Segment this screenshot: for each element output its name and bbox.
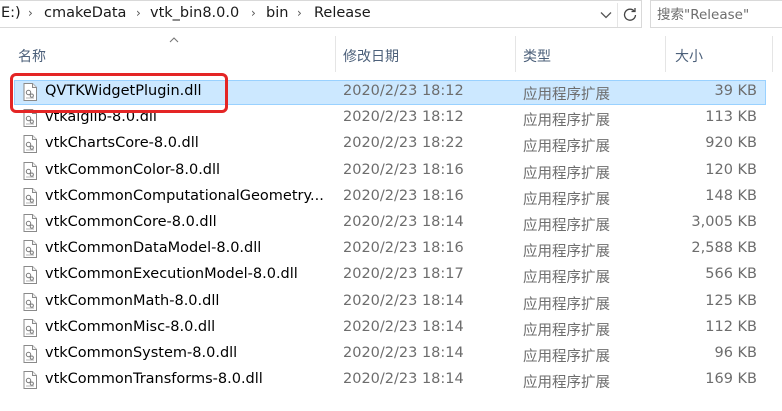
file-size: 39 KB (714, 83, 757, 99)
file-name: vtkCommonColor-8.0.dll (45, 161, 221, 178)
file-type: 应用程序扩展 (523, 375, 610, 392)
column-divider[interactable] (772, 36, 773, 72)
file-modified-date: 2020/2/23 18:14 (343, 214, 464, 230)
column-divider[interactable] (515, 36, 516, 72)
breadcrumb-release[interactable]: Release (314, 5, 371, 21)
file-name: vtkCommonComputationalGeometry... (45, 187, 324, 204)
file-size: 2,588 KB (691, 240, 757, 257)
dll-file-icon (23, 371, 37, 390)
file-size: 112 KB (705, 318, 757, 335)
dll-file-icon (23, 292, 37, 311)
file-size: 566 KB (705, 266, 757, 283)
file-modified-date: 2020/2/23 18:22 (343, 135, 464, 152)
file-name: vtkCommonMath-8.0.dll (45, 292, 220, 309)
address-dropdown-button[interactable] (596, 4, 616, 26)
file-type: 应用程序扩展 (523, 191, 610, 208)
file-type: 应用程序扩展 (523, 87, 610, 103)
file-type: 应用程序扩展 (523, 296, 610, 313)
dll-file-icon (23, 135, 37, 154)
chevron-right-icon[interactable]: › (136, 6, 141, 20)
refresh-button[interactable] (617, 3, 641, 27)
file-name: vtkCommonDataModel-8.0.dll (45, 240, 262, 257)
dll-file-icon (23, 240, 37, 259)
file-row[interactable]: vtkCommonCore-8.0.dll 2020/2/23 18:14 应用… (0, 210, 782, 236)
chevron-right-icon[interactable]: › (251, 6, 256, 20)
file-modified-date: 2020/2/23 18:16 (343, 240, 464, 257)
file-size: 169 KB (705, 371, 757, 388)
file-modified-date: 2020/2/23 18:16 (343, 161, 464, 178)
file-row[interactable]: vtkCommonComputationalGeometry... 2020/2… (0, 184, 782, 210)
file-row[interactable]: vtkCommonSystem-8.0.dll 2020/2/23 18:14 … (0, 341, 782, 367)
file-type: 应用程序扩展 (523, 322, 610, 339)
file-size: 125 KB (705, 292, 757, 309)
dll-file-icon (23, 214, 37, 232)
file-size: 113 KB (705, 109, 757, 126)
column-header-size[interactable]: 大小 (675, 36, 775, 72)
address-bar-area: E:) › cmakeData › vtk_bin8.0.0 › bin › R… (0, 0, 782, 28)
file-size: 920 KB (705, 135, 757, 152)
search-input[interactable] (657, 5, 781, 25)
file-name: vtkCommonMisc-8.0.dll (45, 318, 216, 335)
column-header-date[interactable]: 修改日期 (343, 36, 513, 72)
column-divider[interactable] (335, 36, 336, 72)
dll-file-icon (23, 161, 37, 180)
file-size: 148 KB (705, 187, 757, 204)
file-size: 3,005 KB (691, 214, 757, 230)
file-type: 应用程序扩展 (523, 244, 610, 261)
refresh-icon (623, 8, 636, 21)
file-row[interactable]: vtkCommonExecutionModel-8.0.dll 2020/2/2… (0, 262, 782, 288)
file-row[interactable]: vtkCommonColor-8.0.dll 2020/2/23 18:16 应… (0, 158, 782, 184)
file-type: 应用程序扩展 (523, 270, 610, 287)
dll-file-icon (23, 345, 37, 363)
dll-file-icon (23, 318, 37, 337)
column-divider[interactable] (665, 36, 666, 72)
file-type: 应用程序扩展 (523, 139, 610, 156)
file-row[interactable]: vtkCommonMisc-8.0.dll 2020/2/23 18:14 应用… (0, 315, 782, 341)
column-header-row: 名称 修改日期 类型 大小 (0, 36, 782, 72)
file-modified-date: 2020/2/23 18:14 (343, 371, 464, 388)
dll-file-icon (23, 187, 37, 206)
file-name: vtkCommonSystem-8.0.dll (45, 345, 238, 361)
file-name: vtkCommonTransforms-8.0.dll (45, 371, 263, 388)
file-row[interactable]: vtkCommonDataModel-8.0.dll 2020/2/23 18:… (0, 236, 782, 262)
column-header-name[interactable]: 名称 (18, 36, 334, 72)
file-modified-date: 2020/2/23 18:17 (343, 266, 464, 283)
file-modified-date: 2020/2/23 18:14 (343, 345, 464, 361)
file-row[interactable]: vtkChartsCore-8.0.dll 2020/2/23 18:22 应用… (0, 131, 782, 157)
chevron-down-icon (600, 12, 612, 19)
file-modified-date: 2020/2/23 18:14 (343, 292, 464, 309)
file-type: 应用程序扩展 (523, 113, 610, 130)
breadcrumb-vtk-bin[interactable]: vtk_bin8.0.0 (150, 5, 239, 21)
red-highlight-box (10, 73, 228, 113)
file-row[interactable]: vtkCommonMath-8.0.dll 2020/2/23 18:14 应用… (0, 289, 782, 315)
file-type: 应用程序扩展 (523, 218, 610, 234)
file-name: vtkChartsCore-8.0.dll (45, 135, 199, 152)
file-type: 应用程序扩展 (523, 349, 610, 365)
breadcrumb-bin[interactable]: bin (266, 5, 288, 21)
chevron-right-icon[interactable]: › (28, 6, 33, 20)
file-modified-date: 2020/2/23 18:16 (343, 187, 464, 204)
search-box[interactable] (650, 0, 782, 28)
file-modified-date: 2020/2/23 18:12 (343, 83, 464, 99)
breadcrumb-cmakedata[interactable]: cmakeData (44, 5, 126, 21)
file-name: vtkCommonCore-8.0.dll (45, 214, 217, 230)
file-modified-date: 2020/2/23 18:12 (343, 109, 464, 126)
file-modified-date: 2020/2/23 18:14 (343, 318, 464, 335)
file-name: vtkCommonExecutionModel-8.0.dll (45, 266, 298, 283)
chevron-right-icon[interactable]: › (297, 6, 302, 20)
file-row[interactable]: vtkCommonTransforms-8.0.dll 2020/2/23 18… (0, 367, 782, 393)
file-size: 120 KB (705, 161, 757, 178)
file-type: 应用程序扩展 (523, 165, 610, 182)
breadcrumb-drive[interactable]: E:) (1, 5, 21, 21)
address-bar[interactable]: E:) › cmakeData › vtk_bin8.0.0 › bin › R… (0, 0, 642, 28)
column-header-type[interactable]: 类型 (523, 36, 663, 72)
dll-file-icon (23, 266, 37, 285)
file-size: 96 KB (714, 345, 757, 361)
